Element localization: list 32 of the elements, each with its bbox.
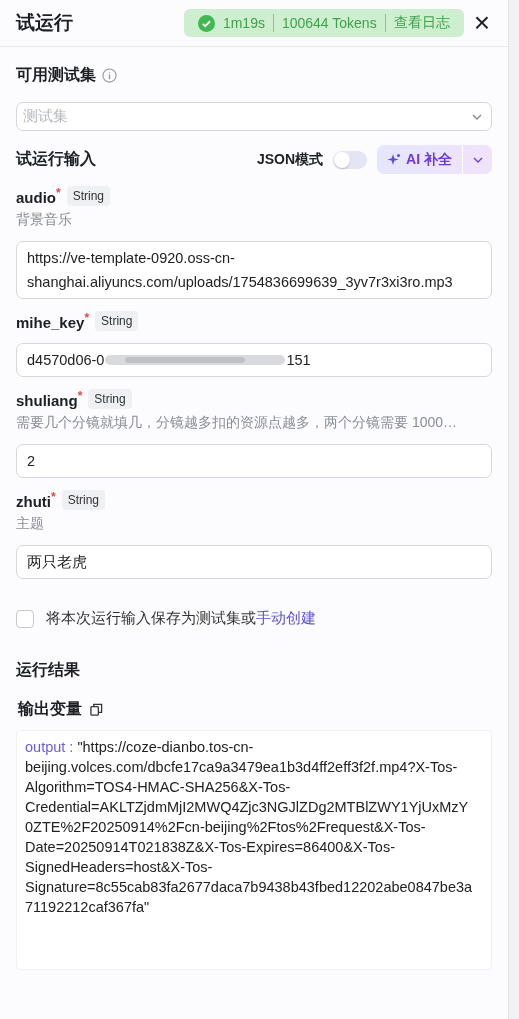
output-label: 输出变量 bbox=[18, 699, 82, 719]
section-title: 可用测试集 bbox=[16, 65, 96, 85]
type-tag: String bbox=[61, 490, 106, 510]
success-icon bbox=[197, 14, 215, 32]
close-button[interactable]: × bbox=[471, 9, 492, 37]
duration-text: 1m19s bbox=[222, 15, 265, 31]
input-field[interactable]: https://ve-template-0920.oss-cn-shanghai.aliyuncs.com/uploads/1754836699639_3yv7r3xi3ro.mp3 bbox=[16, 241, 492, 299]
copy-icon[interactable] bbox=[90, 703, 103, 716]
input-field[interactable]: 2 bbox=[16, 444, 492, 478]
field-description: 背景音乐 bbox=[16, 211, 73, 229]
field-description: 主题 bbox=[16, 515, 45, 533]
save-option-text: 将本次运行输入保存为测试集或手动创建 bbox=[46, 609, 316, 628]
json-mode-label: JSON模式 bbox=[257, 150, 324, 169]
token-count: 100644 Tokens bbox=[281, 15, 377, 31]
manual-create-link[interactable]: 手动创建 bbox=[256, 610, 316, 626]
info-icon bbox=[102, 68, 117, 83]
input-field[interactable]: d4570d06-0 151 bbox=[16, 343, 492, 377]
type-tag: String bbox=[95, 311, 139, 331]
save-checkbox[interactable] bbox=[16, 609, 34, 628]
section-title: 运行结果 bbox=[16, 660, 81, 680]
field-name: mihe_key$^{*}$ bbox=[16, 311, 90, 331]
field-name: zhuti$^{*}$ bbox=[16, 490, 56, 510]
field-name: audio$^{*}$ bbox=[16, 186, 61, 206]
type-tag: String bbox=[66, 186, 111, 206]
input-field[interactable]: 两只老虎 bbox=[16, 545, 492, 579]
output-value: output : "https://coze-dianbo.tos-cn-beijing.volces.com/dbcfe17ca9a3479ea1b3d4ff2eff3f2f.mp4?X-Tos-Algorithm=TOS4-HMAC-SHA256&X-Tos-Credential=AKLTZjdmMjI2MWQ4Zjc3NGJlZDg2MTBlZWY1YjUxMzY0ZTE%2F20250914%2Fcn-beijing%2Ftos%2Frequest&X-Tos-Date=20250914T021838Z&X-Tos-Expires=86400&X-Tos-SignedHeaders=host&X-Tos-Signature=8c55cab83fa2677daca7b9438b43fbed12202abe0847be3a71192212caf367fa" bbox=[16, 730, 492, 970]
field-name: shuliang$^{*}$ bbox=[16, 389, 83, 409]
json-mode-toggle[interactable] bbox=[333, 150, 368, 169]
type-tag: String bbox=[88, 389, 132, 409]
panel-title: 试运行 bbox=[16, 11, 74, 35]
section-title: 试运行输入 bbox=[16, 149, 97, 169]
field-description: 需要几个分镜就填几，分镜越多扣的资源点越多，两个分镜需要 1000… bbox=[16, 414, 459, 432]
